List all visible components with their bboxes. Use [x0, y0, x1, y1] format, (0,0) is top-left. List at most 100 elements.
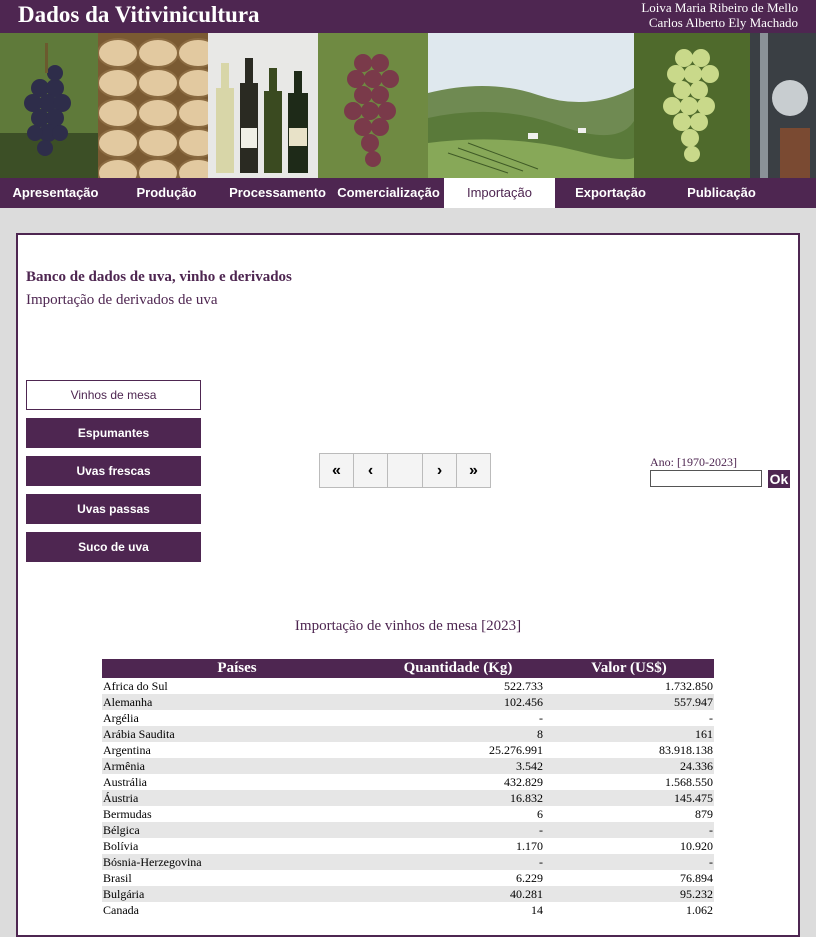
country-cell: Canada	[103, 903, 139, 917]
table-row: Argélia - -	[102, 710, 714, 726]
option-uvas-frescas[interactable]: Uvas frescas	[26, 456, 201, 486]
quantity-cell: -	[539, 711, 543, 725]
value-cell: 83.918.138	[659, 743, 713, 757]
column-header-valor: Valor (US$)	[544, 659, 714, 678]
value-cell: 10.920	[680, 839, 713, 853]
table-row: Alemanha 102.456 557.947	[102, 694, 714, 710]
vineyard-landscape-photo	[428, 33, 634, 178]
table-row: Arábia Saudita 8 161	[102, 726, 714, 742]
grapes-green-photo	[634, 33, 750, 178]
value-cell: 1.568.550	[665, 775, 713, 789]
value-cell: 24.336	[544, 758, 714, 774]
value-cell: 1.732.850	[665, 679, 713, 693]
value-cell: 1.062	[686, 903, 713, 917]
winery-equipment-photo	[750, 33, 816, 178]
table-row: Armênia 3.542 24.336	[102, 758, 714, 774]
site-title: Dados da Vitivinicultura	[18, 2, 260, 27]
nav-item-publicacao[interactable]: Publicação	[666, 178, 777, 208]
quantity-cell: 6	[537, 807, 543, 821]
quantity-cell: -	[372, 854, 544, 870]
grapes-red-photo	[318, 33, 428, 178]
quantity-cell: 522.733	[504, 679, 543, 693]
wine-bottles-photo	[208, 33, 318, 178]
option-suco-de-uva[interactable]: Suco de uva	[26, 532, 201, 562]
country-cell: Africa do Sul	[103, 679, 168, 693]
table-row: Bulgária 40.281 95.232	[102, 886, 714, 902]
quantity-cell: -	[372, 822, 544, 838]
option-espumantes[interactable]: Espumantes	[26, 418, 201, 448]
table-row: Áustria 16.832 145.475	[102, 790, 714, 806]
nav-item-comercializacao[interactable]: Comercialização	[333, 178, 444, 208]
value-cell: -	[709, 711, 713, 725]
country-cell: Bulgária	[102, 886, 372, 902]
country-cell: Argentina	[103, 743, 151, 757]
quantity-cell: 8	[372, 726, 544, 742]
table-row: Austrália 432.829 1.568.550	[102, 774, 714, 790]
table-row: Bolívia 1.170 10.920	[102, 838, 714, 854]
nav-item-importacao[interactable]: Importação	[444, 178, 555, 208]
banner-photos	[0, 33, 816, 178]
country-cell: Arábia Saudita	[102, 726, 372, 742]
country-cell: Bélgica	[102, 822, 372, 838]
value-cell: 95.232	[544, 886, 714, 902]
quantity-cell: 432.829	[504, 775, 543, 789]
author-name: Carlos Alberto Ely Machado	[648, 15, 798, 30]
option-uvas-passas[interactable]: Uvas passas	[26, 494, 201, 524]
table-row: Africa do Sul 522.733 1.732.850	[102, 678, 714, 694]
year-pager: « ‹ › »	[319, 453, 491, 488]
content-panel: Banco de dados de uva, vinho e derivados…	[16, 233, 800, 937]
current-page-indicator	[387, 453, 423, 488]
quantity-cell: 102.456	[372, 694, 544, 710]
value-cell: 879	[695, 807, 713, 821]
import-table: Países Quantidade (Kg) Valor (US$) Afric…	[102, 659, 714, 918]
quantity-cell: 40.281	[372, 886, 544, 902]
year-label: Ano: [1970-2023]	[650, 455, 737, 469]
barrels-photo	[98, 33, 208, 178]
table-row: Bélgica - -	[102, 822, 714, 838]
author-name: Loiva Maria Ribeiro de Mello	[641, 0, 798, 15]
country-cell: Bolívia	[103, 839, 139, 853]
grapes-dark-photo	[0, 33, 98, 178]
prev-page-button[interactable]: ‹	[353, 453, 388, 488]
country-cell: Bósnia-Herzegovina	[102, 854, 372, 870]
column-header-quantidade: Quantidade (Kg)	[372, 659, 544, 678]
column-header-paises: Países	[102, 659, 372, 678]
top-bar: Dados da Vitivinicultura Loiva Maria Rib…	[0, 0, 816, 33]
page-title: Banco de dados de uva, vinho e derivados	[26, 269, 292, 285]
table-row: Bermudas 6 879	[102, 806, 714, 822]
country-cell: Áustria	[102, 790, 372, 806]
value-cell: -	[544, 822, 714, 838]
quantity-cell: 3.542	[372, 758, 544, 774]
last-page-button[interactable]: »	[456, 453, 491, 488]
quantity-cell: 1.170	[516, 839, 543, 853]
table-row: Canada 14 1.062	[102, 902, 714, 918]
country-cell: Argélia	[103, 711, 139, 725]
table-header-row: Países Quantidade (Kg) Valor (US$)	[102, 659, 714, 678]
country-cell: Austrália	[103, 775, 147, 789]
table-row: Argentina 25.276.991 83.918.138	[102, 742, 714, 758]
quantity-cell: 14	[531, 903, 543, 917]
quantity-cell: 16.832	[372, 790, 544, 806]
ok-button[interactable]: Ok	[768, 470, 790, 488]
nav-item-exportacao[interactable]: Exportação	[555, 178, 666, 208]
page-subtitle: Importação de derivados de uva	[26, 292, 218, 308]
country-cell: Armênia	[102, 758, 372, 774]
table-row: Bósnia-Herzegovina - -	[102, 854, 714, 870]
value-cell: 161	[544, 726, 714, 742]
first-page-button[interactable]: «	[319, 453, 354, 488]
country-cell: Brasil	[103, 871, 132, 885]
country-cell: Bermudas	[103, 807, 152, 821]
nav-item-producao[interactable]: Produção	[111, 178, 222, 208]
authors: Loiva Maria Ribeiro de Mello Carlos Albe…	[641, 0, 798, 30]
table-caption: Importação de vinhos de mesa [2023]	[294, 618, 522, 634]
nav-item-apresentacao[interactable]: Apresentação	[0, 178, 111, 208]
quantity-cell: 6.229	[516, 871, 543, 885]
value-cell: 145.475	[544, 790, 714, 806]
option-vinhos-de-mesa[interactable]: Vinhos de mesa	[26, 380, 201, 410]
value-cell: 76.894	[680, 871, 713, 885]
value-cell: 557.947	[544, 694, 714, 710]
table-body: Africa do Sul 522.733 1.732.850 Alemanha 102…	[102, 678, 714, 918]
nav-item-processamento[interactable]: Processamento	[222, 178, 333, 208]
next-page-button[interactable]: ›	[422, 453, 457, 488]
year-input[interactable]	[650, 470, 762, 487]
